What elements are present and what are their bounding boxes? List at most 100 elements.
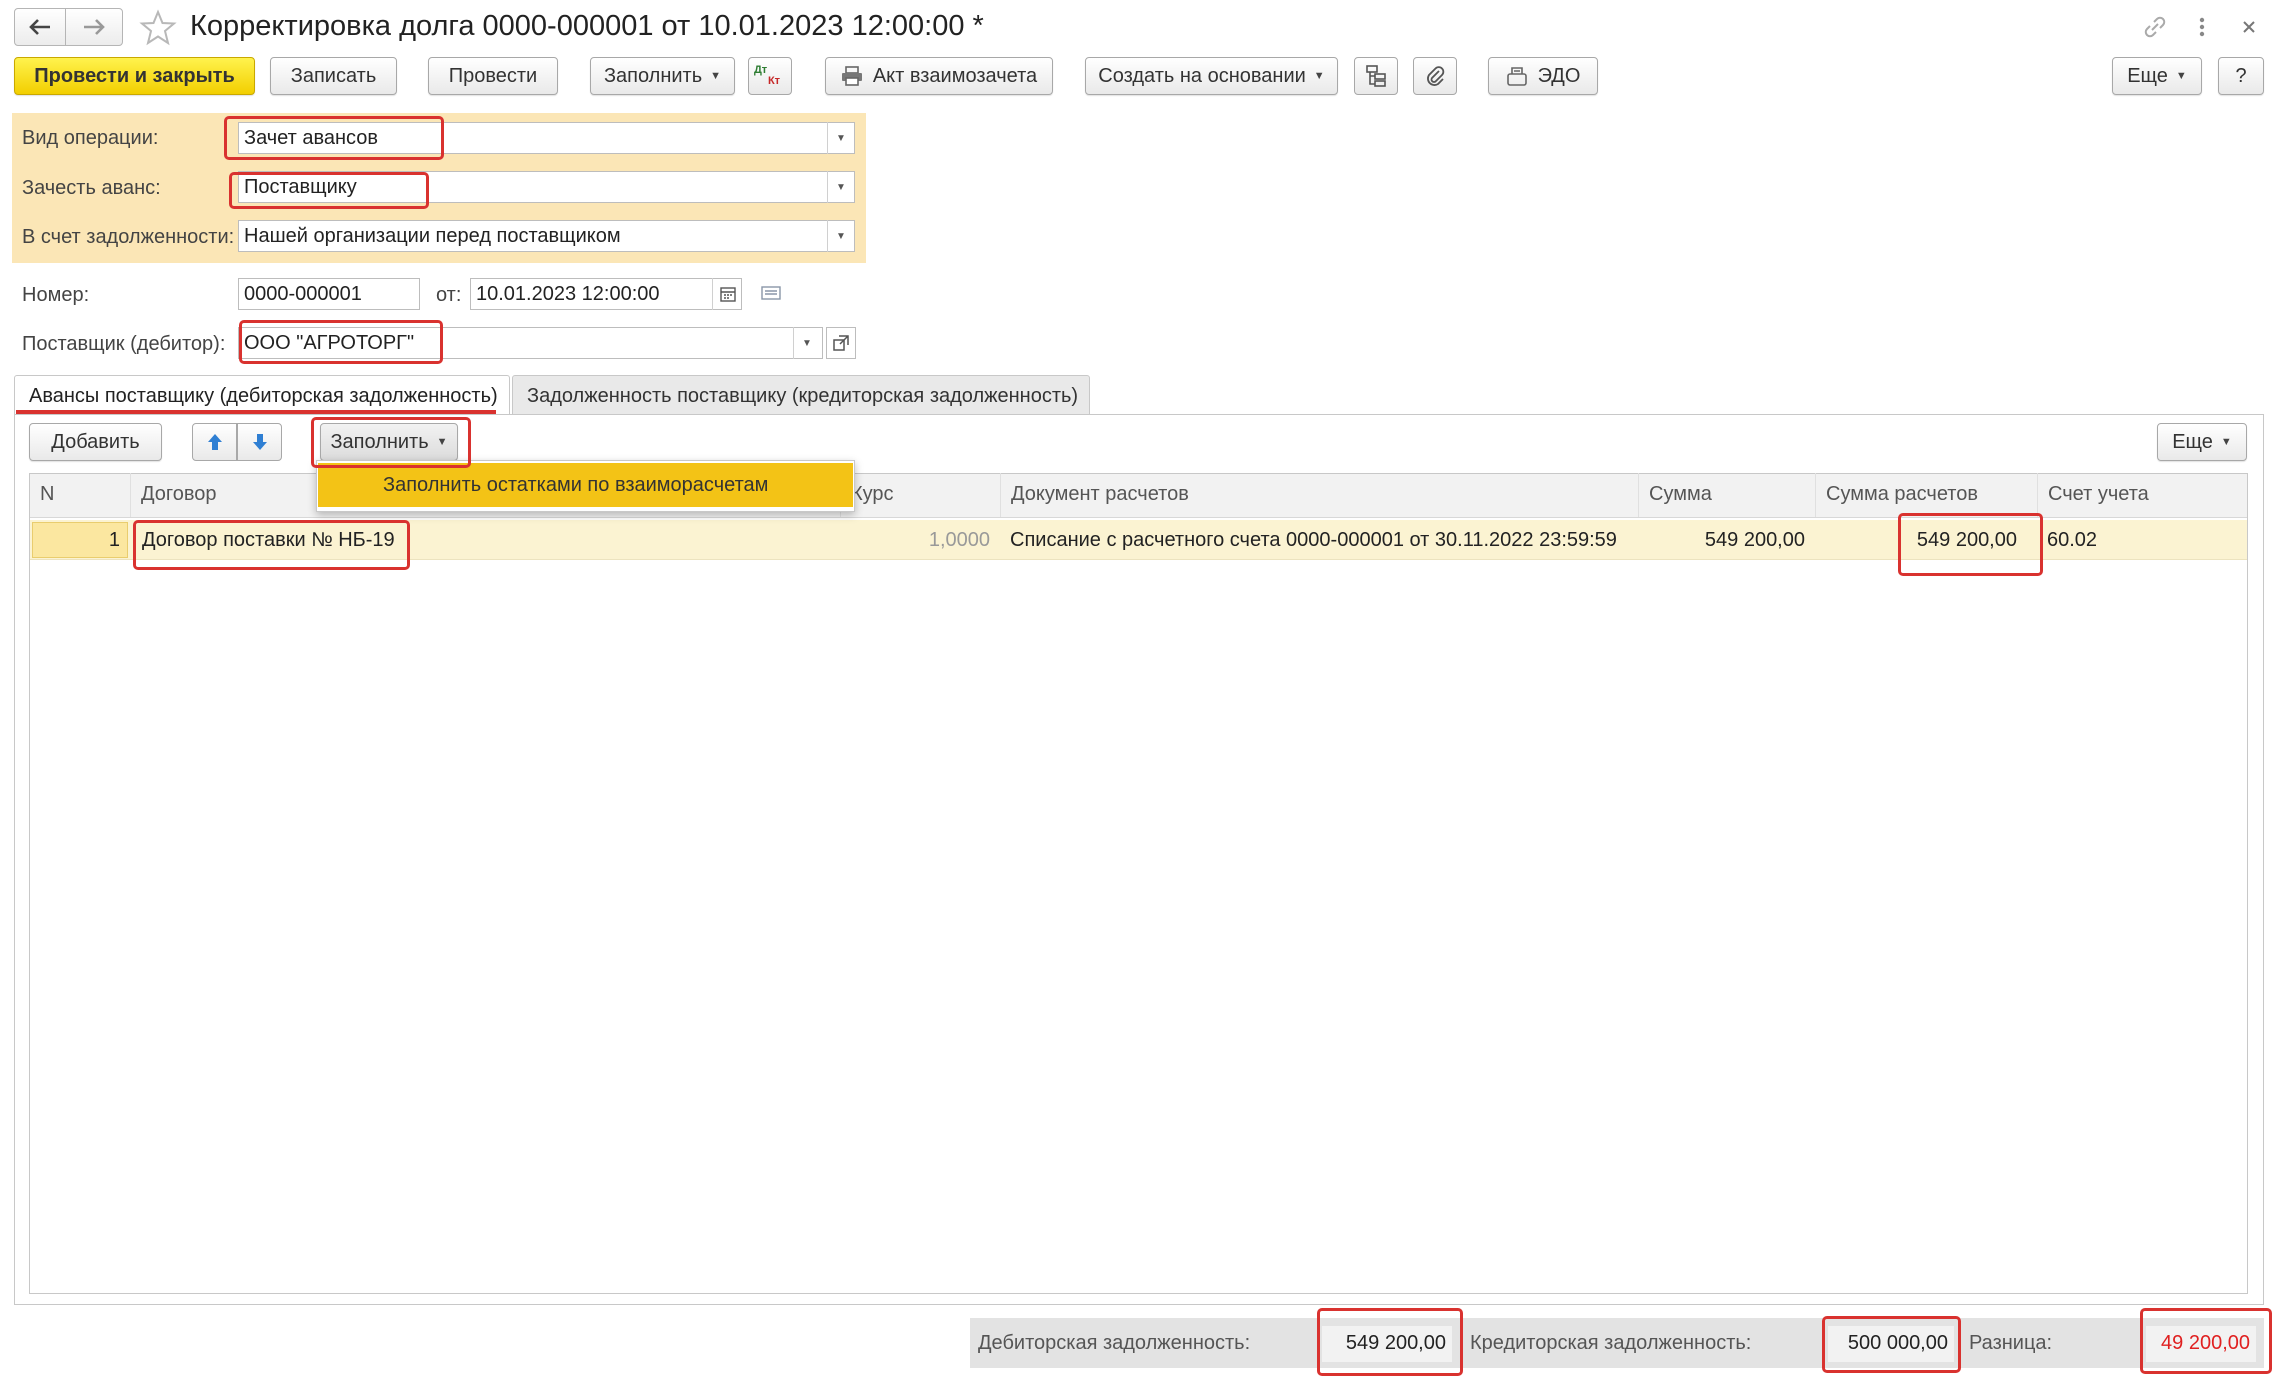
move-down-button[interactable] — [237, 423, 282, 461]
settlement-amount-cell[interactable]: 549 200,00 — [1815, 520, 2027, 560]
fill-with-balances-label: Заполнить остатками по взаиморасчетам — [383, 474, 769, 496]
post-and-close-button[interactable]: Провести и закрыть — [14, 57, 255, 95]
rate-cell[interactable]: 1,0000 — [840, 520, 1000, 560]
tab-payables[interactable]: Задолженность поставщику (кредиторская з… — [512, 375, 1090, 415]
operation-type-label: Вид операции: — [22, 127, 159, 149]
chevron-down-icon[interactable]: ▼ — [827, 122, 854, 154]
offset-act-label: Акт взаимозачета — [872, 64, 1038, 87]
offset-advance-label: Зачесть аванс: — [22, 177, 161, 199]
contract-cell[interactable]: Договор поставки № НБ-19 — [132, 520, 832, 560]
column-header-settlement-amount[interactable]: Сумма расчетов — [1815, 473, 2037, 517]
more-label: Еще — [2127, 64, 2168, 87]
chevron-down-icon: ▼ — [1313, 70, 1325, 82]
chevron-down-icon[interactable]: ▼ — [827, 220, 854, 252]
move-up-button[interactable] — [192, 423, 237, 461]
amount-cell[interactable]: 549 200,00 — [1638, 520, 1815, 560]
operation-type-value: Зачет авансов — [244, 127, 379, 149]
forward-button[interactable] — [65, 8, 123, 46]
column-header-rate[interactable]: Курс — [840, 473, 1000, 517]
edo-icon — [1506, 67, 1527, 86]
difference-value: 49 200,00 — [2146, 1326, 2256, 1362]
column-header-account[interactable]: Счет учета — [2037, 473, 2247, 517]
offset-advance-value: Поставщику — [244, 176, 357, 198]
offset-advance-select[interactable]: Поставщику — [238, 171, 855, 203]
more-button[interactable]: Еще ▼ — [2112, 57, 2202, 95]
printer-icon — [841, 66, 862, 86]
help-button[interactable]: ? — [2218, 57, 2264, 95]
fill-with-balances-menu-item[interactable]: Заполнить остатками по взаиморасчетам — [318, 463, 853, 507]
open-supplier-button[interactable] — [826, 327, 856, 359]
chevron-down-icon: ▼ — [2175, 70, 2187, 82]
difference-label: Разница: — [1969, 1332, 2053, 1354]
date-value: 10.01.2023 12:00:00 — [476, 283, 660, 305]
chevron-down-icon[interactable]: ▼ — [827, 171, 854, 203]
save-button[interactable]: Записать — [270, 57, 397, 95]
table-more-button[interactable]: Еще ▼ — [2157, 423, 2247, 461]
kebab-menu-icon[interactable] — [2192, 12, 2212, 42]
dt-kt-icon: Дт Кт — [753, 64, 781, 87]
chevron-down-icon: ▼ — [710, 70, 722, 82]
open-link-icon — [833, 335, 849, 351]
chevron-down-icon[interactable]: ▼ — [793, 327, 820, 359]
number-field[interactable]: 0000-000001 — [238, 278, 420, 310]
receivable-label: Дебиторская задолженность: — [978, 1332, 1251, 1354]
table-more-label: Еще — [2172, 430, 2213, 453]
comment-icon[interactable] — [760, 284, 784, 304]
close-icon[interactable] — [2234, 12, 2264, 42]
post-button[interactable]: Провести — [428, 57, 558, 95]
add-button[interactable]: Добавить — [29, 423, 162, 461]
attachment-button[interactable] — [1413, 57, 1457, 95]
number-label: Номер: — [22, 284, 90, 306]
structure-button[interactable] — [1354, 57, 1398, 95]
tab-advances[interactable]: Авансы поставщику (дебиторская задолженн… — [14, 375, 510, 415]
back-button[interactable] — [14, 8, 66, 46]
arrow-down-icon — [252, 434, 267, 450]
create-based-on-label: Создать на основании — [1098, 64, 1306, 87]
edo-button[interactable]: ЭДО — [1488, 57, 1598, 95]
arrow-left-icon — [29, 19, 50, 35]
table-fill-label: Заполнить — [330, 430, 429, 453]
debt-account-select[interactable]: Нашей организации перед поставщиком — [238, 220, 855, 252]
edo-label: ЭДО — [1537, 64, 1581, 87]
link-icon[interactable] — [2140, 12, 2170, 42]
paperclip-icon — [1427, 66, 1445, 86]
add-label: Добавить — [51, 430, 140, 453]
fill-label: Заполнить — [603, 64, 703, 87]
supplier-field[interactable]: ООО "АГРОТОРГ" — [238, 327, 823, 359]
tab-payables-label: Задолженность поставщику (кредиторская з… — [527, 385, 1079, 407]
date-field[interactable]: 10.01.2023 12:00:00 — [470, 278, 742, 310]
post-and-close-label: Провести и закрыть — [34, 64, 235, 87]
table-grid — [29, 473, 2248, 1294]
document-cell[interactable]: Списание с расчетного счета 0000-000001 … — [1000, 520, 1638, 560]
tab-advances-label: Авансы поставщику (дебиторская задолженн… — [29, 385, 498, 407]
hierarchy-icon — [1366, 65, 1386, 87]
column-header-n[interactable]: N — [30, 473, 130, 517]
account-cell[interactable]: 60.02 — [2037, 520, 2247, 560]
payable-label: Кредиторская задолженность: — [1470, 1332, 1752, 1354]
fill-dropdown-button[interactable]: Заполнить ▼ — [590, 57, 735, 95]
payable-value: 500 000,00 — [1828, 1326, 1954, 1362]
post-label: Провести — [448, 64, 538, 87]
annotation-active-tab-underline — [16, 410, 496, 414]
debt-account-value: Нашей организации перед поставщиком — [244, 225, 621, 247]
help-label: ? — [2235, 64, 2247, 87]
row-number: 1 — [108, 529, 120, 551]
debt-account-label: В счет задолженности: — [22, 226, 235, 248]
column-header-document[interactable]: Документ расчетов — [1000, 473, 1638, 517]
arrow-up-icon — [207, 434, 222, 450]
date-label: от: — [436, 284, 462, 306]
save-label: Записать — [290, 64, 377, 87]
operation-type-select[interactable]: Зачет авансов — [238, 122, 855, 154]
favorite-star-icon[interactable] — [138, 8, 178, 48]
offset-act-button[interactable]: Акт взаимозачета — [825, 57, 1053, 95]
column-header-amount[interactable]: Сумма — [1638, 473, 1815, 517]
table-fill-dropdown-button[interactable]: Заполнить ▼ — [320, 423, 458, 461]
chevron-down-icon: ▼ — [2220, 436, 2232, 448]
create-based-on-button[interactable]: Создать на основании ▼ — [1085, 57, 1338, 95]
dt-kt-button[interactable]: Дт Кт — [748, 57, 792, 95]
chevron-down-icon: ▼ — [436, 436, 448, 448]
calendar-icon[interactable] — [712, 278, 742, 310]
number-value: 0000-000001 — [244, 283, 362, 305]
supplier-value: ООО "АГРОТОРГ" — [244, 332, 415, 354]
arrow-right-icon — [84, 19, 105, 35]
